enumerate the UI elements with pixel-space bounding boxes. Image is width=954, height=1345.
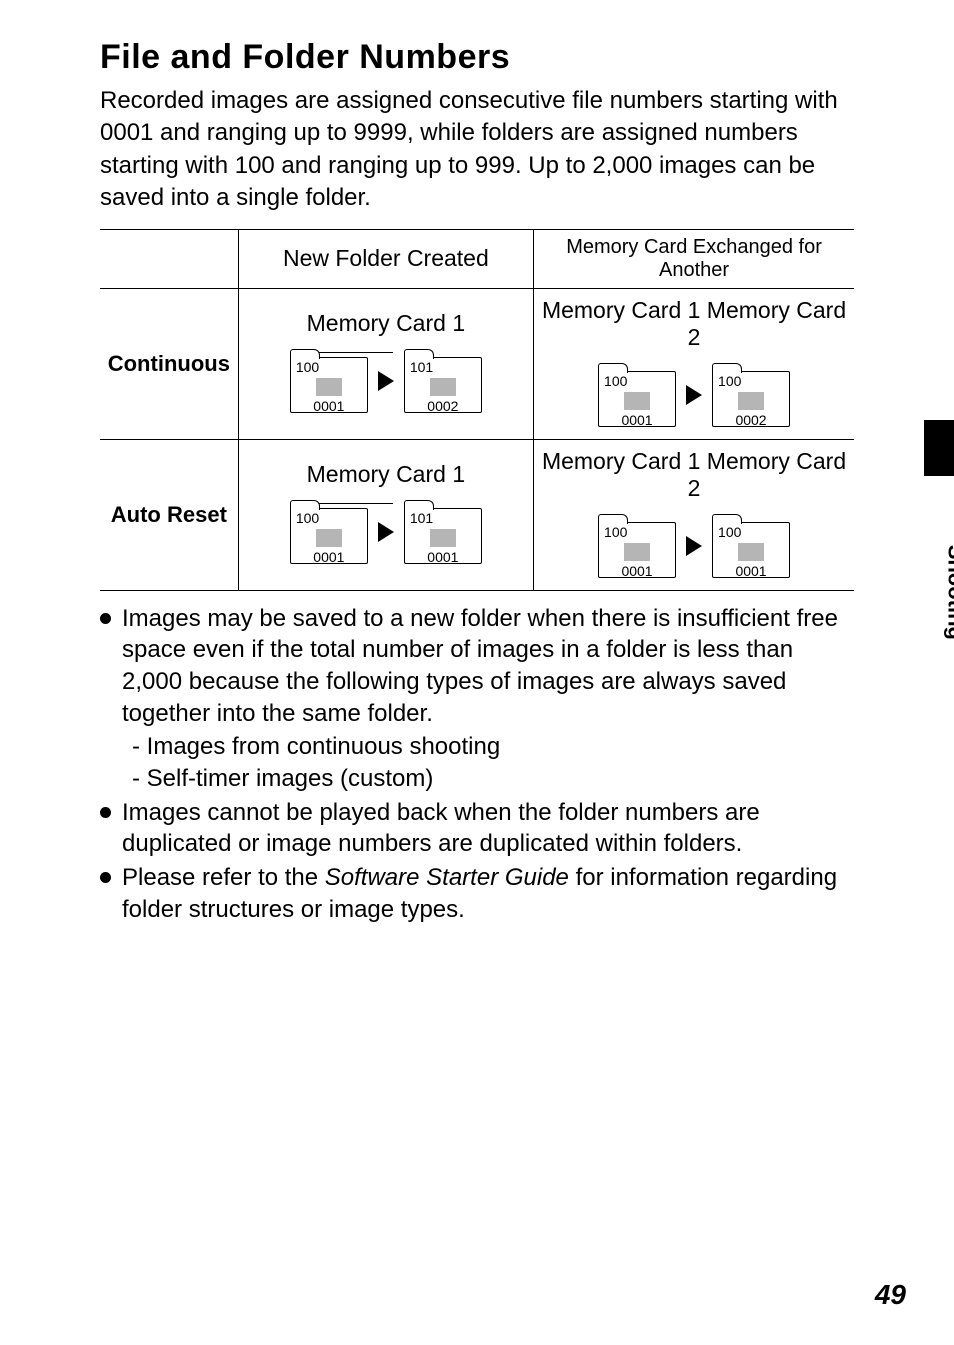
cell-continuous-exchanged: Memory Card 1 Memory Card 2 100 0001 [534,288,854,439]
cell-title: Memory Card 1 [245,461,527,488]
cell-autoreset-exchanged: Memory Card 1 Memory Card 2 100 0001 [534,439,854,590]
intro-paragraph: Recorded images are assigned consecutive… [100,85,854,215]
image-thumb-icon [316,529,342,547]
arrow-right-icon [686,536,702,556]
folder-icon: 100 0002 [712,363,790,427]
bullet-text: Images cannot be played back when the fo… [122,799,760,858]
image-thumb-icon [738,543,764,561]
page-number: 49 [875,1279,906,1311]
cell-title: Memory Card 1 Memory Card 2 [540,448,848,502]
section-side-label: Shooting [942,545,954,640]
numbering-table: New Folder Created Memory Card Exchanged… [100,229,854,591]
folder-number: 100 [713,374,789,388]
page-heading: File and Folder Numbers [100,38,854,77]
folder-number: 100 [713,525,789,539]
folder-number: 101 [405,511,481,525]
bullet-text: Images may be saved to a new folder when… [122,605,838,727]
bullet-text-pre: Please refer to the [122,864,325,891]
image-thumb-icon [624,543,650,561]
folder-icon: 100 0001 [598,363,676,427]
folder-icon: 100 0001 [290,349,368,413]
bullet-item: Images may be saved to a new folder when… [100,603,854,795]
image-thumb-icon [430,529,456,547]
folder-icon: 100 0001 [290,500,368,564]
table-header-blank [100,229,238,288]
image-number: 0001 [599,413,675,427]
row-label-continuous: Continuous [100,288,238,439]
arrow-right-icon [686,385,702,405]
bullet-list: Images may be saved to a new folder when… [100,603,854,926]
folder-icon: 101 0001 [404,500,482,564]
arrow-right-icon [378,522,394,542]
folder-number: 100 [599,525,675,539]
image-thumb-icon [624,392,650,410]
image-thumb-icon [316,378,342,396]
image-number: 0002 [405,399,481,413]
image-number: 0001 [713,564,789,578]
arrow-right-icon [378,371,394,391]
sub-bullet: - Images from continuous shooting [122,731,854,763]
folder-icon: 101 0002 [404,349,482,413]
folder-number: 101 [405,360,481,374]
bullet-item: Images cannot be played back when the fo… [100,797,854,860]
image-number: 0001 [405,550,481,564]
sub-bullet: - Self-timer images (custom) [122,763,854,795]
bullet-item: Please refer to the Software Starter Gui… [100,862,854,925]
folder-number: 100 [599,374,675,388]
section-tab-marker [924,420,954,476]
image-number: 0001 [599,564,675,578]
image-thumb-icon [430,378,456,396]
folder-icon: 100 0001 [712,514,790,578]
bullet-text-italic: Software Starter Guide [325,864,569,891]
cell-title: Memory Card 1 [245,310,527,337]
cell-continuous-newfolder: Memory Card 1 100 0001 [238,288,533,439]
folder-icon: 100 0001 [598,514,676,578]
image-number: 0001 [291,399,367,413]
image-number: 0002 [713,413,789,427]
table-header-exchanged: Memory Card Exchanged for Another [534,229,854,288]
folder-number: 100 [291,511,367,525]
image-number: 0001 [291,550,367,564]
table-header-new-folder: New Folder Created [238,229,533,288]
cell-autoreset-newfolder: Memory Card 1 100 0001 [238,439,533,590]
folder-number: 100 [291,360,367,374]
row-label-autoreset: Auto Reset [100,439,238,590]
cell-title: Memory Card 1 Memory Card 2 [540,297,848,351]
image-thumb-icon [738,392,764,410]
